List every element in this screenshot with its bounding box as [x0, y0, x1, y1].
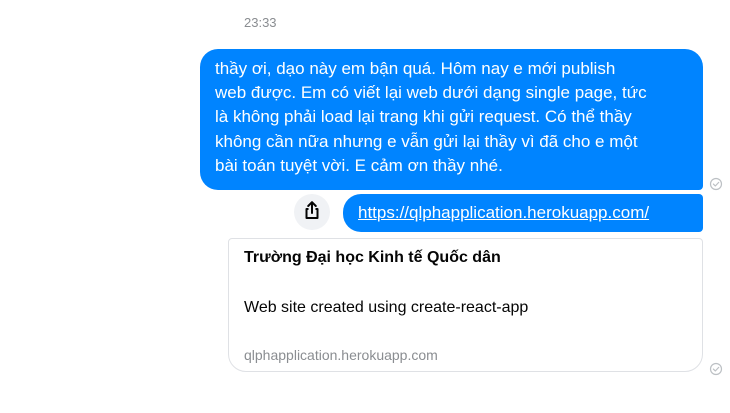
link-preview-title: Trường Đại học Kinh tế Quốc dân: [244, 249, 501, 266]
link-preview-card[interactable]: Trường Đại học Kinh tế Quốc dân Web site…: [228, 238, 703, 372]
link-preview-domain: qlphapplication.herokuapp.com: [244, 347, 438, 363]
sent-check-icon: [709, 177, 723, 196]
sent-check-icon: [709, 362, 723, 381]
share-icon: [303, 200, 321, 225]
link-preview-description: Web site created using create-react-app: [244, 299, 529, 316]
link-message-bubble: https://qlphapplication.herokuapp.com/: [343, 194, 703, 232]
sent-message-bubble[interactable]: thầy ơi, dạo này em bận quá. Hôm nay e m…: [200, 49, 703, 190]
shared-link[interactable]: https://qlphapplication.herokuapp.com/: [358, 203, 649, 222]
share-button[interactable]: [294, 194, 330, 230]
message-timestamp: 23:33: [244, 15, 277, 30]
